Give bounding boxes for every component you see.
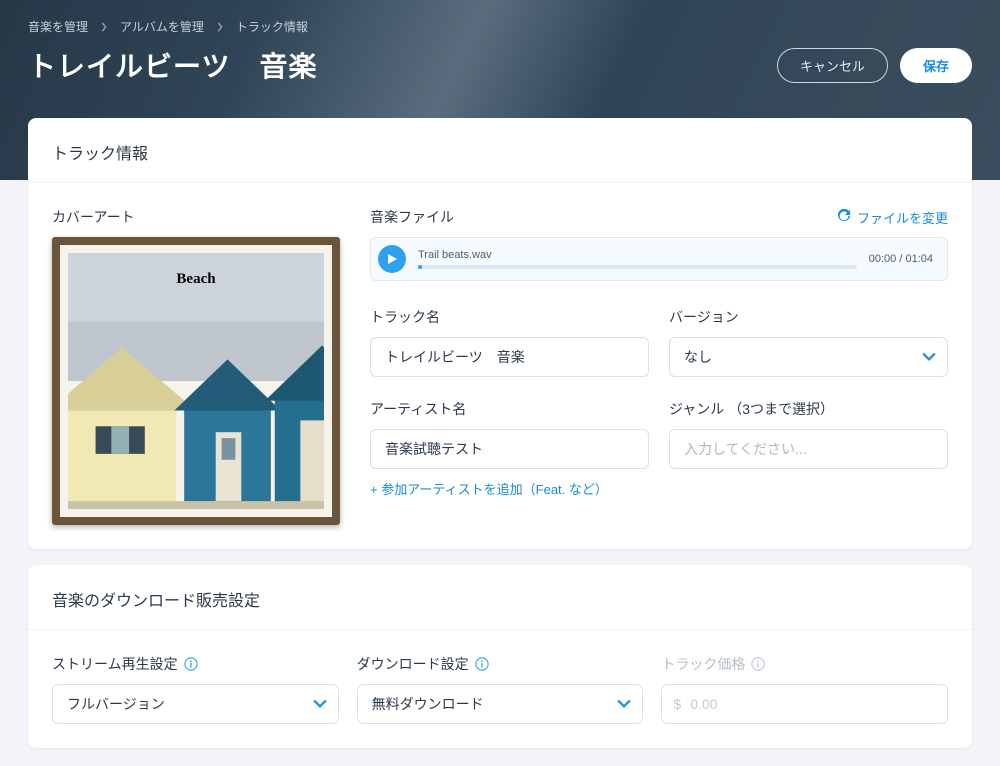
refresh-icon	[837, 209, 851, 226]
label-stream: ストリーム再生設定	[52, 654, 339, 674]
label-music-file: 音楽ファイル	[370, 207, 454, 227]
cover-art[interactable]: Beach	[52, 237, 340, 525]
breadcrumbs: 音楽を管理 アルバムを管理 トラック情報	[0, 0, 1000, 35]
breadcrumb-current: トラック情報	[236, 18, 308, 35]
info-icon[interactable]	[184, 657, 198, 671]
audio-filename: Trail beats.wav	[418, 249, 857, 261]
label-track-name: トラック名	[370, 307, 649, 327]
audio-player: Trail beats.wav 00:00 / 01:04	[370, 237, 948, 281]
price-input	[661, 684, 948, 724]
breadcrumb-item[interactable]: アルバムを管理	[120, 18, 204, 35]
label-download-text: ダウンロード設定	[357, 654, 469, 674]
label-stream-text: ストリーム再生設定	[52, 654, 178, 674]
breadcrumb-item[interactable]: 音楽を管理	[28, 18, 88, 35]
version-select[interactable]	[669, 337, 948, 377]
info-icon[interactable]	[475, 657, 489, 671]
chevron-right-icon	[216, 22, 224, 32]
label-version: バージョン	[669, 307, 948, 327]
chevron-right-icon	[100, 22, 108, 32]
save-button[interactable]: 保存	[900, 48, 972, 83]
cancel-button[interactable]: キャンセル	[777, 48, 888, 83]
info-icon	[751, 657, 765, 671]
stream-select[interactable]	[52, 684, 339, 724]
genre-input[interactable]	[669, 429, 948, 469]
currency-symbol: $	[673, 696, 681, 712]
label-cover-art: カバーアート	[52, 207, 342, 227]
label-download: ダウンロード設定	[357, 654, 644, 674]
audio-time: 00:00 / 01:04	[869, 253, 933, 265]
track-name-input[interactable]	[370, 337, 649, 377]
play-button[interactable]	[378, 245, 406, 273]
cover-caption: Beach	[68, 271, 324, 288]
section-title-track-info: トラック情報	[28, 118, 972, 183]
artist-name-input[interactable]	[370, 429, 649, 469]
label-artist: アーティスト名	[370, 399, 649, 419]
add-featured-artist-link[interactable]: + 参加アーティストを追加（Feat. など）	[370, 479, 649, 498]
label-price: トラック価格	[661, 654, 948, 674]
page-title: トレイルビーツ 音楽	[28, 45, 317, 85]
label-genre: ジャンル （3つまで選択）	[669, 399, 948, 419]
progress-bar[interactable]	[418, 265, 857, 269]
label-price-text: トラック価格	[661, 654, 745, 674]
change-file-label: ファイルを変更	[857, 208, 948, 227]
section-title-sales: 音楽のダウンロード販売設定	[28, 565, 972, 630]
download-select[interactable]	[357, 684, 644, 724]
change-file-link[interactable]: ファイルを変更	[837, 208, 948, 227]
